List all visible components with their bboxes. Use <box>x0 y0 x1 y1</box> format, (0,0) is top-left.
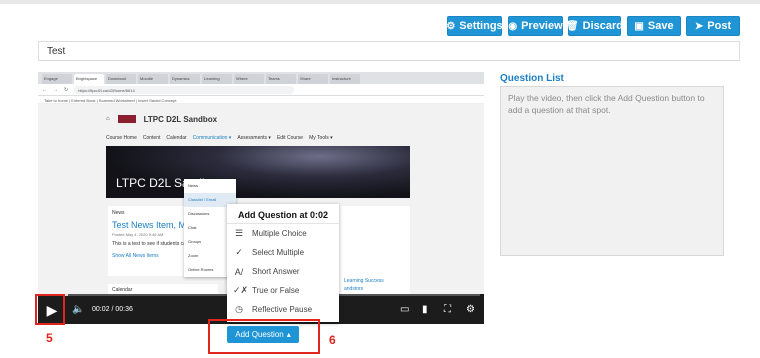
d2l-nav-item: Content <box>142 135 161 141</box>
settings-button[interactable]: ⚙ Settings <box>446 16 503 36</box>
menu-item-label: True or False <box>252 286 300 295</box>
browser-tab: Engage <box>42 74 72 84</box>
time-display: 00:02 / 00:36 <box>92 306 133 313</box>
true-false-icon: ✓✗ <box>233 285 249 295</box>
menu-item-label: Select Multiple <box>252 248 305 257</box>
eye-icon: ◉ <box>508 20 518 32</box>
menu-item-reflective-pause[interactable]: ◷ Reflective Pause <box>227 300 339 319</box>
d2l-nav-item: Assessments ▾ <box>237 135 271 141</box>
fullscreen-icon[interactable]: ⛶ <box>444 304 451 315</box>
check-icon: ✓ <box>235 247 243 257</box>
question-list-title: Question List <box>500 73 564 84</box>
browser-tab: Learning <box>202 74 232 84</box>
menu-item-true-false[interactable]: ✓✗ True or False <box>227 281 339 300</box>
d2l-nav-item: Course Home <box>106 135 137 141</box>
browser-tab: Instructure <box>330 74 360 84</box>
discard-button[interactable]: 🗑 Discard <box>565 16 624 36</box>
browser-tab: Dynamics <box>170 74 200 84</box>
d2l-nav-item: Edit Course <box>276 135 304 141</box>
menu-item-label: Multiple Choice <box>252 229 307 238</box>
browser-tabbar: Engage Brightspace Download Moodle Dynamics L… <box>38 72 484 84</box>
home-icon: ⌂ <box>106 116 110 122</box>
university-logo <box>117 115 136 123</box>
browser-tab: Teams <box>266 74 296 84</box>
top-strip <box>0 0 760 4</box>
save-label: Save <box>647 20 674 32</box>
browser-tab: Moodle <box>138 74 168 84</box>
menu-item-label: Short Answer <box>252 267 300 276</box>
preview-label: Preview <box>521 20 563 32</box>
question-list-panel: Play the video, then click the Add Quest… <box>500 86 724 256</box>
question-list-hint: Play the video, then click the Add Quest… <box>508 93 705 115</box>
gear-icon[interactable]: ⚙ <box>466 304 475 315</box>
reload-icon: ↻ <box>64 86 69 93</box>
title-value: Test <box>47 45 66 57</box>
post-button[interactable]: ➤ Post <box>686 16 740 36</box>
right-link: Learning Success <box>344 278 384 284</box>
post-label: Post <box>707 20 732 32</box>
d2l-header: ⌂ LTPC D2L Sandbox <box>106 108 410 130</box>
annotation-number-add-question: 6 <box>329 333 336 347</box>
menu-item-multiple-choice[interactable]: ☰ Multiple Choice <box>227 224 339 243</box>
browser-url: https://ltpcd2l.ca/d2l/home/6614 <box>74 85 295 94</box>
text-icon: A/ <box>234 266 244 277</box>
d2l-nav: Course Home Content Calendar Communication … <box>106 132 410 144</box>
right-card: Learning Success andstors <box>334 206 410 294</box>
settings-icon[interactable]: ▮ <box>422 304 428 315</box>
browser-tab: Brightspace <box>74 74 104 84</box>
annotation-box-play <box>35 294 65 325</box>
d2l-nav-item: My Tools ▾ <box>309 135 333 141</box>
pause-icon: ◷ <box>235 304 243 314</box>
menu-item-label: Reflective Pause <box>252 305 313 314</box>
browser-bookmarks: Take to home | Entered Book | Scanned Wo… <box>38 96 484 104</box>
add-question-menu: Add Question at 0:02 ☰ Multiple Choice ✓… <box>227 204 339 322</box>
trash-icon: 🗑 <box>565 20 579 32</box>
captions-icon[interactable]: ▭ <box>400 304 409 315</box>
title-field[interactable]: Test <box>38 41 740 61</box>
menu-item-select-multiple[interactable]: ✓ Select Multiple <box>227 243 339 262</box>
browser-tab: Where <box>234 74 264 84</box>
browser-tab: Share <box>298 74 328 84</box>
course-banner: LTPC D2L Sandbox <box>106 146 410 198</box>
preview-button[interactable]: ◉ Preview <box>508 16 563 36</box>
floppy-icon: ▣ <box>634 20 644 32</box>
discard-label: Discard <box>582 20 624 32</box>
site-name: LTPC D2L Sandbox <box>143 114 218 124</box>
right-link: andstors <box>344 286 364 292</box>
annotation-box-add-question <box>208 319 320 354</box>
browser-address-bar: ← → ↻ https://ltpcd2l.ca/d2l/home/6614 <box>38 84 484 96</box>
settings-label: Settings <box>459 20 503 32</box>
d2l-nav-item: Calendar <box>166 135 187 141</box>
list-icon: ☰ <box>234 228 244 238</box>
volume-icon[interactable]: 🔈 <box>72 304 84 315</box>
menu-item-short-answer[interactable]: A/ Short Answer <box>227 262 339 281</box>
forward-icon: → <box>53 86 58 93</box>
dropdown-item: News <box>188 183 199 188</box>
back-icon: ← <box>42 86 47 93</box>
gear-icon: ⚙ <box>446 20 456 32</box>
send-icon: ➤ <box>694 20 704 32</box>
add-question-menu-header: Add Question at 0:02 <box>227 204 339 224</box>
annotation-number-play: 5 <box>46 331 53 345</box>
save-button[interactable]: ▣ Save <box>627 16 681 36</box>
browser-tab: Download <box>106 74 136 84</box>
d2l-nav-item: Communication ▾ <box>192 135 232 141</box>
